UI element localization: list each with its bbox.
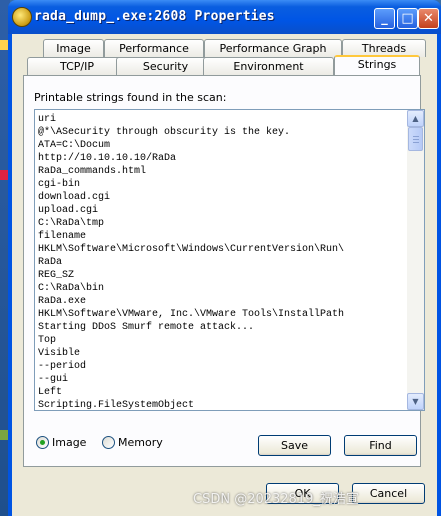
string-line[interactable]: C:\RaDa\tmp (38, 217, 404, 230)
maximize-icon: □ (401, 11, 414, 26)
image-radio[interactable] (36, 436, 49, 449)
tab-performance[interactable]: Performance (104, 39, 204, 57)
strings-caption: Printable strings found in the scan: (34, 91, 227, 104)
tab-environment[interactable]: Environment (203, 57, 334, 75)
string-line[interactable]: ATA=C:\Docum (38, 139, 404, 152)
find-button[interactable]: Find (344, 435, 417, 456)
string-line[interactable]: HKLM\Software\Microsoft\Windows\CurrentV… (38, 243, 404, 256)
tab-strings[interactable]: Strings (334, 55, 420, 75)
string-line[interactable]: download.cgi (38, 191, 404, 204)
string-line[interactable]: REG_SZ (38, 269, 404, 282)
cancel-button[interactable]: Cancel (352, 483, 425, 504)
maximize-button[interactable]: □ (397, 8, 418, 29)
string-line[interactable]: --gui (38, 373, 404, 386)
minimize-icon: _ (381, 11, 388, 26)
string-line[interactable]: Top (38, 334, 404, 347)
string-line[interactable]: RaDa (38, 256, 404, 269)
scroll-down-button[interactable]: ▼ (407, 393, 424, 410)
tab-performance-graph[interactable]: Performance Graph (204, 39, 342, 57)
save-button[interactable]: Save (258, 435, 331, 456)
strings-list-content: uri @*\ASecurity through obscurity is the… (38, 113, 404, 410)
memory-radio-label[interactable]: Memory (118, 436, 163, 449)
desktop-icons-strip (0, 40, 8, 510)
tab-tcp-ip[interactable]: TCP/IP (27, 57, 127, 75)
string-line[interactable]: Scripting.FileSystemObject (38, 399, 404, 410)
string-line[interactable]: filename (38, 230, 404, 243)
minimize-button[interactable]: _ (374, 8, 395, 29)
string-line[interactable]: HKLM\Software\VMware, Inc.\VMware Tools\… (38, 308, 404, 321)
vertical-scrollbar[interactable]: ▲ ▼ (407, 110, 424, 410)
string-line[interactable]: Left (38, 386, 404, 399)
desktop-icon[interactable] (0, 430, 8, 440)
string-line[interactable]: RaDa_commands.html (38, 165, 404, 178)
tab-image[interactable]: Image (43, 39, 104, 57)
window-title: rada_dump_.exe:2608 Properties (34, 9, 275, 24)
close-icon: ✕ (423, 11, 434, 26)
scroll-thumb[interactable] (408, 127, 423, 151)
string-line[interactable]: uri (38, 113, 404, 126)
scroll-up-button[interactable]: ▲ (407, 110, 424, 127)
tab-security[interactable]: Security (116, 57, 215, 75)
desktop-icon[interactable] (0, 40, 8, 50)
string-line[interactable]: upload.cgi (38, 204, 404, 217)
string-line[interactable]: cgi-bin (38, 178, 404, 191)
image-radio-label[interactable]: Image (52, 436, 86, 449)
close-button[interactable]: ✕ (418, 8, 439, 29)
string-line[interactable]: http://10.10.10.10/RaDa (38, 152, 404, 165)
string-line[interactable]: Visible (38, 347, 404, 360)
properties-window: rada_dump_.exe:2608 Properties _ □ ✕ Ima… (8, 0, 441, 516)
string-line[interactable]: C:\RaDa\bin (38, 282, 404, 295)
string-line[interactable]: @*\ASecurity through obscurity is the ke… (38, 126, 404, 139)
memory-radio[interactable] (102, 436, 115, 449)
string-line[interactable]: --period (38, 360, 404, 373)
string-line[interactable]: Starting DDoS Smurf remote attack... (38, 321, 404, 334)
desktop-icon[interactable] (0, 170, 8, 180)
string-line[interactable]: RaDa.exe (38, 295, 404, 308)
strings-list[interactable]: uri @*\ASecurity through obscurity is the… (34, 109, 425, 411)
process-icon (12, 7, 32, 27)
csdn-watermark: CSDN @20232819_祝浩宣 (193, 492, 359, 507)
title-bar[interactable]: rada_dump_.exe:2608 Properties _ □ ✕ (8, 0, 441, 34)
